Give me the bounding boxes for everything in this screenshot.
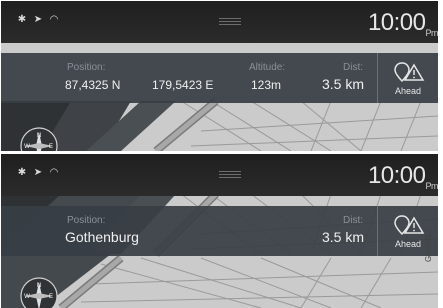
image-code: G053953 — [424, 229, 433, 262]
svg-text:E: E — [49, 144, 53, 150]
altitude-value: 123m — [251, 78, 282, 92]
compass-icon[interactable]: N W E — [19, 126, 59, 151]
svg-text:W: W — [24, 144, 30, 150]
bluetooth-icon: ✱ — [17, 167, 27, 178]
clock: 10:00Pm — [367, 162, 438, 191]
latitude-value: 87,4325 N — [65, 78, 121, 92]
altitude-label: Altitude: — [249, 62, 286, 73]
ahead-warning-icon — [394, 62, 425, 83]
drag-handle[interactable] — [219, 171, 241, 179]
nav-screen-city: ✱ ➤ ◠ 10:00Pm Position: Gothenburg Dist:… — [1, 154, 438, 308]
svg-text:E: E — [49, 294, 53, 300]
dist-value: 3.5 km — [322, 229, 365, 245]
position-info-bar[interactable]: Position: Gothenburg Dist: 3.5 km — [1, 206, 438, 256]
compass-icon[interactable]: N W E — [19, 276, 59, 308]
position-value: Gothenburg — [65, 229, 139, 245]
longitude-value: 179,5423 E — [152, 78, 214, 92]
dist-value: 3.5 km — [322, 76, 365, 92]
status-bar: ✱ ➤ ◠ 10:00Pm — [1, 1, 438, 43]
svg-text:N: N — [37, 283, 41, 289]
position-info-bar[interactable]: Position: 87,4325 N 179,5423 E Altitude:… — [1, 53, 438, 103]
nav-screen-coordinates: ✱ ➤ ◠ 10:00Pm Position: 87,4325 N 179,54… — [1, 1, 438, 151]
clock: 10:00Pm — [367, 9, 438, 38]
ahead-warning-icon — [394, 215, 425, 236]
svg-text:W: W — [24, 294, 30, 300]
wifi-icon: ◠ — [49, 167, 59, 178]
position-label: Position: — [67, 215, 106, 226]
ahead-warning-button[interactable]: Ahead — [377, 53, 438, 103]
position-label: Position: — [67, 62, 106, 73]
screen-frame: ✱ ➤ ◠ 10:00Pm Position: 87,4325 N 179,54… — [0, 0, 443, 308]
bluetooth-icon: ✱ — [17, 14, 27, 25]
ahead-label: Ahead — [394, 86, 422, 96]
location-arrow-icon: ➤ — [33, 167, 43, 178]
wifi-icon: ◠ — [49, 14, 59, 25]
dist-label: Dist: — [343, 62, 363, 73]
dist-label: Dist: — [343, 215, 363, 226]
location-arrow-icon: ➤ — [33, 14, 43, 25]
status-bar: ✱ ➤ ◠ 10:00Pm — [1, 154, 438, 196]
svg-text:N: N — [37, 133, 41, 139]
drag-handle[interactable] — [219, 18, 241, 26]
